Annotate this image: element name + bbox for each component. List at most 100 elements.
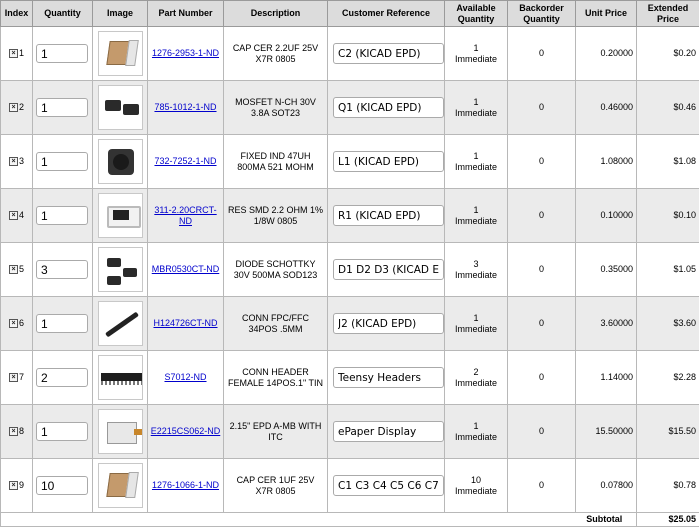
header-row: Index Quantity Image Part Number Descrip…: [1, 1, 699, 27]
quantity-input[interactable]: [36, 152, 88, 171]
customer-reference-input[interactable]: [333, 421, 444, 442]
header-image[interactable]: [98, 355, 143, 400]
quantity-input[interactable]: [36, 260, 88, 279]
customer-reference-input[interactable]: [333, 475, 444, 496]
available-quantity-cell: 1Immediate: [445, 297, 508, 351]
inductor-image[interactable]: [98, 139, 143, 184]
quantity-cell: [33, 27, 93, 81]
remove-checkbox-icon[interactable]: ×: [9, 481, 18, 490]
index-cell: ×5: [1, 243, 33, 297]
customer-reference-input[interactable]: [333, 313, 444, 334]
fpc-connector-image[interactable]: [98, 301, 143, 346]
quantity-cell: [33, 297, 93, 351]
customer-reference-cell: [328, 27, 445, 81]
description-cell: CAP CER 1UF 25V X7R 0805: [224, 459, 328, 513]
diode-image[interactable]: [98, 247, 143, 292]
customer-reference-cell: [328, 405, 445, 459]
available-status: Immediate: [455, 108, 497, 118]
header-description: Description: [224, 1, 328, 27]
available-count: 1: [473, 421, 478, 431]
index-cell: ×7: [1, 351, 33, 405]
remove-checkbox-icon[interactable]: ×: [9, 319, 18, 328]
unit-price-cell: 3.60000: [576, 297, 637, 351]
backorder-quantity-cell: 0: [508, 135, 576, 189]
part-number-link[interactable]: E2215CS062-ND: [151, 426, 221, 436]
quantity-cell: [33, 459, 93, 513]
customer-reference-input[interactable]: [333, 259, 444, 280]
mosfet-image[interactable]: [98, 85, 143, 130]
customer-reference-input[interactable]: [333, 97, 444, 118]
remove-checkbox-icon[interactable]: ×: [9, 265, 18, 274]
quantity-input[interactable]: [36, 98, 88, 117]
extended-price-cell: $1.05: [637, 243, 699, 297]
table-row: ×11276-2953-1-NDCAP CER 2.2UF 25V X7R 08…: [1, 27, 699, 81]
quantity-input[interactable]: [36, 314, 88, 333]
capacitor-image[interactable]: [98, 463, 143, 508]
remove-checkbox-icon[interactable]: ×: [9, 211, 18, 220]
customer-reference-input[interactable]: [333, 205, 444, 226]
remove-checkbox-icon[interactable]: ×: [9, 427, 18, 436]
epd-image[interactable]: [98, 409, 143, 454]
part-number-link[interactable]: S7012-ND: [164, 372, 206, 382]
available-quantity-cell: 3Immediate: [445, 243, 508, 297]
backorder-quantity-cell: 0: [508, 297, 576, 351]
customer-reference-input[interactable]: [333, 367, 444, 388]
part-number-link[interactable]: 1276-1066-1-ND: [152, 480, 219, 490]
table-row: ×5MBR0530CT-NDDIODE SCHOTTKY 30V 500MA S…: [1, 243, 699, 297]
index-cell: ×2: [1, 81, 33, 135]
customer-reference-input[interactable]: [333, 151, 444, 172]
index-cell: ×6: [1, 297, 33, 351]
remove-checkbox-icon[interactable]: ×: [9, 103, 18, 112]
available-status: Immediate: [455, 54, 497, 64]
part-number-link[interactable]: MBR0530CT-ND: [152, 264, 220, 274]
backorder-quantity-cell: 0: [508, 81, 576, 135]
unit-price-cell: 15.50000: [576, 405, 637, 459]
part-number-cell: 1276-2953-1-ND: [148, 27, 224, 81]
part-number-cell: 311-2.20CRCT-ND: [148, 189, 224, 243]
row-index: 1: [19, 48, 24, 58]
capacitor-image[interactable]: [98, 31, 143, 76]
row-index: 9: [19, 480, 24, 490]
table-row: ×3732-7252-1-NDFIXED IND 47UH 800MA 521 …: [1, 135, 699, 189]
part-number-link[interactable]: H124726CT-ND: [153, 318, 217, 328]
remove-checkbox-icon[interactable]: ×: [9, 373, 18, 382]
available-quantity-cell: 1Immediate: [445, 405, 508, 459]
index-cell: ×4: [1, 189, 33, 243]
table-row: ×4311-2.20CRCT-NDRES SMD 2.2 OHM 1% 1/8W…: [1, 189, 699, 243]
available-status: Immediate: [455, 162, 497, 172]
available-count: 1: [473, 151, 478, 161]
resistor-image[interactable]: [98, 193, 143, 238]
quantity-input[interactable]: [36, 476, 88, 495]
unit-price-cell: 0.20000: [576, 27, 637, 81]
quantity-input[interactable]: [36, 44, 88, 63]
quantity-input[interactable]: [36, 206, 88, 225]
customer-reference-input[interactable]: [333, 43, 444, 64]
row-index: 3: [19, 156, 24, 166]
remove-checkbox-icon[interactable]: ×: [9, 157, 18, 166]
part-number-link[interactable]: 785-1012-1-ND: [154, 102, 216, 112]
available-count: 3: [473, 259, 478, 269]
part-number-cell: E2215CS062-ND: [148, 405, 224, 459]
extended-price-cell: $0.10: [637, 189, 699, 243]
quantity-input[interactable]: [36, 422, 88, 441]
unit-price-cell: 0.46000: [576, 81, 637, 135]
remove-checkbox-icon[interactable]: ×: [9, 49, 18, 58]
header-unit-price: Unit Price: [576, 1, 637, 27]
available-count: 1: [473, 313, 478, 323]
part-number-link[interactable]: 1276-2953-1-ND: [152, 48, 219, 58]
quantity-input[interactable]: [36, 368, 88, 387]
quantity-cell: [33, 81, 93, 135]
extended-price-cell: $0.78: [637, 459, 699, 513]
image-cell: [93, 405, 148, 459]
unit-price-cell: 1.14000: [576, 351, 637, 405]
part-number-cell: 732-7252-1-ND: [148, 135, 224, 189]
description-cell: MOSFET N-CH 30V 3.8A SOT23: [224, 81, 328, 135]
index-cell: ×9: [1, 459, 33, 513]
row-index: 4: [19, 210, 24, 220]
cart-table: Index Quantity Image Part Number Descrip…: [0, 0, 699, 527]
available-status: Immediate: [455, 432, 497, 442]
available-status: Immediate: [455, 324, 497, 334]
part-number-link[interactable]: 311-2.20CRCT-ND: [154, 205, 216, 226]
backorder-quantity-cell: 0: [508, 243, 576, 297]
part-number-link[interactable]: 732-7252-1-ND: [154, 156, 216, 166]
